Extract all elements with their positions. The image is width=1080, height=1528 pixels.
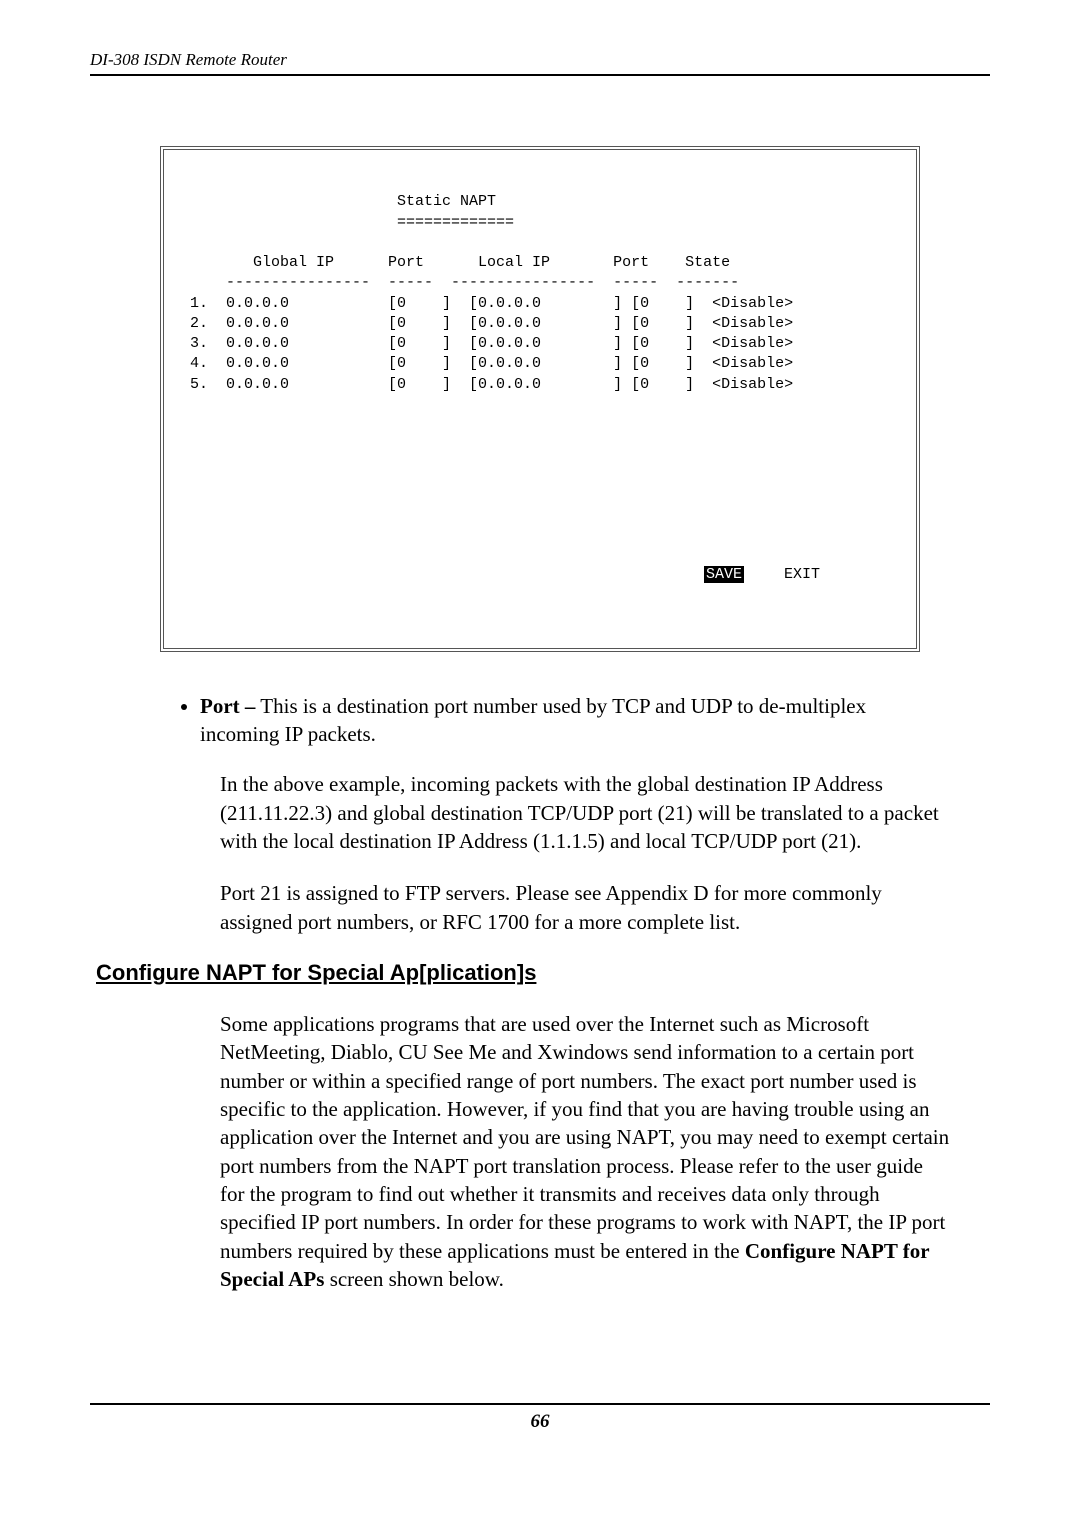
terminal-title-underline: ============= (190, 214, 514, 231)
bullet-port: Port – This is a destination port number… (200, 692, 990, 749)
paragraph-example: In the above example, incoming packets w… (220, 770, 950, 855)
terminal-screenshot: Static NAPT ============= Global IP Port… (160, 146, 920, 652)
terminal-row-2: 2. 0.0.0.0 [0 ] [0.0.0.0 ] [0 ] <Disable… (190, 315, 793, 332)
bullet-port-text: This is a destination port number used b… (200, 694, 866, 746)
paragraph-napt-special: Some applications programs that are used… (220, 1010, 950, 1293)
doc-header: DI-308 ISDN Remote Router (90, 50, 990, 76)
bullet-list: Port – This is a destination port number… (200, 692, 990, 749)
para3-part-a: Some applications programs that are used… (220, 1012, 949, 1263)
terminal-column-dashes: ---------------- ----- ---------------- … (190, 274, 739, 291)
terminal-row-5: 5. 0.0.0.0 [0 ] [0.0.0.0 ] [0 ] <Disable… (190, 376, 793, 393)
exit-button[interactable]: EXIT (784, 566, 820, 583)
terminal-footer: SAVE EXIT (190, 565, 890, 585)
terminal-row-3: 3. 0.0.0.0 [0 ] [0.0.0.0 ] [0 ] <Disable… (190, 335, 793, 352)
section-heading-napt-special: Configure NAPT for Special Ap[plication]… (96, 960, 990, 986)
para3-part-b: screen shown below. (324, 1267, 503, 1291)
terminal-column-header: Global IP Port Local IP Port State (190, 254, 730, 271)
terminal-title: Static NAPT (190, 193, 496, 210)
bullet-port-label: Port – (200, 694, 255, 718)
page-number: 66 (531, 1411, 550, 1432)
terminal-row-4: 4. 0.0.0.0 [0 ] [0.0.0.0 ] [0 ] <Disable… (190, 355, 793, 372)
terminal-row-1: 1. 0.0.0.0 [0 ] [0.0.0.0 ] [0 ] <Disable… (190, 295, 793, 312)
save-button[interactable]: SAVE (704, 566, 744, 583)
page-footer: 66 (90, 1403, 990, 1433)
paragraph-ftp-note: Port 21 is assigned to FTP servers. Plea… (220, 879, 950, 936)
